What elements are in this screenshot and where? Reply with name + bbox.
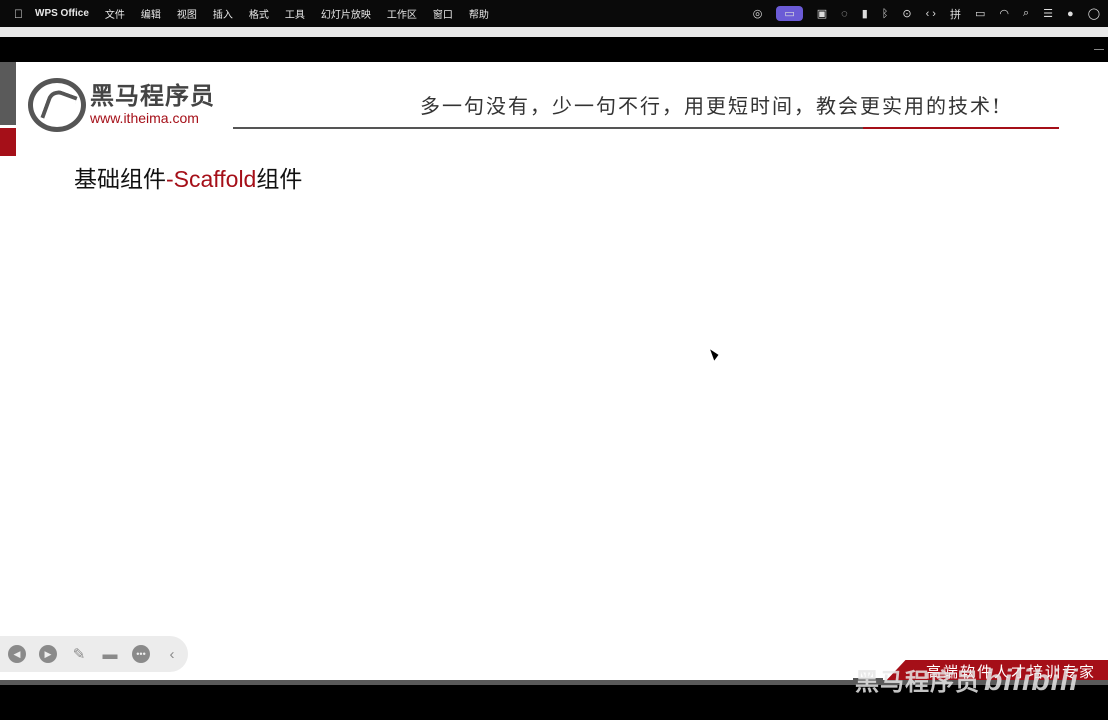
- user-icon[interactable]: ◯: [1088, 7, 1100, 20]
- code-icon[interactable]: ‹ ›: [926, 8, 936, 20]
- play-icon[interactable]: ⊙: [902, 7, 911, 20]
- slides-icon[interactable]: ▬: [101, 645, 119, 663]
- bookmark-icon[interactable]: ▮: [862, 7, 868, 20]
- decor-bar-red: [0, 128, 16, 156]
- menu-file[interactable]: 文件: [105, 6, 125, 21]
- brand-url: www.itheima.com: [90, 110, 199, 126]
- horse-logo-icon: [28, 78, 86, 132]
- menu-app-name[interactable]: WPS Office: [35, 8, 89, 19]
- input-method-icon[interactable]: 拼: [950, 6, 961, 22]
- siri-icon[interactable]: ●: [1067, 8, 1074, 20]
- wps-icon[interactable]: ▣: [817, 7, 827, 20]
- header-divider: [233, 127, 863, 129]
- wifi-icon[interactable]: ◠: [999, 7, 1009, 20]
- menu-view[interactable]: 视图: [177, 6, 197, 21]
- menu-format[interactable]: 格式: [249, 6, 269, 21]
- watermark-site: bilibili: [984, 664, 1079, 697]
- menu-workspace[interactable]: 工作区: [387, 6, 417, 21]
- network-icon[interactable]: ◎: [753, 7, 763, 20]
- bluetooth-icon[interactable]: ᛒ: [882, 8, 889, 20]
- logo: 黑马程序员 www.itheima.com: [28, 78, 215, 132]
- menu-edit[interactable]: 编辑: [141, 6, 161, 21]
- window-strip: [0, 27, 1108, 37]
- mouse-cursor-icon: [710, 347, 720, 361]
- chat-icon[interactable]: ◌: [841, 8, 848, 20]
- watermark: 黑马程序员 bilibili: [855, 662, 1079, 698]
- previous-icon[interactable]: ◀: [8, 645, 26, 663]
- minimize-icon[interactable]: [1094, 49, 1104, 50]
- decor-bar-grey: [0, 62, 16, 125]
- title-highlight: -Scaffold: [166, 166, 257, 192]
- slide: 黑马程序员 www.itheima.com 多一句没有，少一句不行，用更短时间，…: [0, 62, 1108, 684]
- control-center-icon[interactable]: ☰: [1043, 7, 1053, 20]
- next-icon[interactable]: ▶: [39, 645, 57, 663]
- apple-icon[interactable]: : [14, 7, 23, 21]
- search-icon[interactable]: ⌕: [1023, 7, 1029, 20]
- window-toolbar: [0, 37, 1108, 62]
- brand-name: 黑马程序员: [90, 83, 215, 110]
- battery-icon[interactable]: ▭: [975, 7, 985, 20]
- collapse-icon[interactable]: ‹: [163, 645, 181, 663]
- menu-help[interactable]: 帮助: [469, 6, 489, 21]
- slide-title: 基础组件-Scaffold组件: [74, 160, 302, 194]
- screen-record-icon[interactable]: ▭: [776, 6, 803, 21]
- pen-icon[interactable]: ✎: [70, 645, 88, 663]
- status-tray: ◎ ▭ ▣ ◌ ▮ ᛒ ⊙ ‹ › 拼 ▭ ◠ ⌕ ☰ ● ◯: [753, 0, 1100, 27]
- header-divider-accent: [863, 127, 1059, 129]
- more-icon[interactable]: •••: [132, 645, 150, 663]
- title-suffix: 组件: [256, 166, 303, 192]
- menu-insert[interactable]: 插入: [213, 6, 233, 21]
- menu-tools[interactable]: 工具: [285, 6, 305, 21]
- title-prefix: 基础组件: [74, 166, 166, 192]
- menu-window[interactable]: 窗口: [433, 6, 453, 21]
- slideshow-controls: ◀ ▶ ✎ ▬ ••• ‹: [0, 636, 188, 672]
- watermark-brand: 黑马程序员: [855, 669, 980, 696]
- slogan: 多一句没有，少一句不行，用更短时间，教会更实用的技术!: [420, 94, 1003, 118]
- menu-bar:  WPS Office 文件 编辑 视图 插入 格式 工具 幻灯片放映 工作区…: [0, 0, 1108, 27]
- menu-slideshow[interactable]: 幻灯片放映: [321, 6, 371, 21]
